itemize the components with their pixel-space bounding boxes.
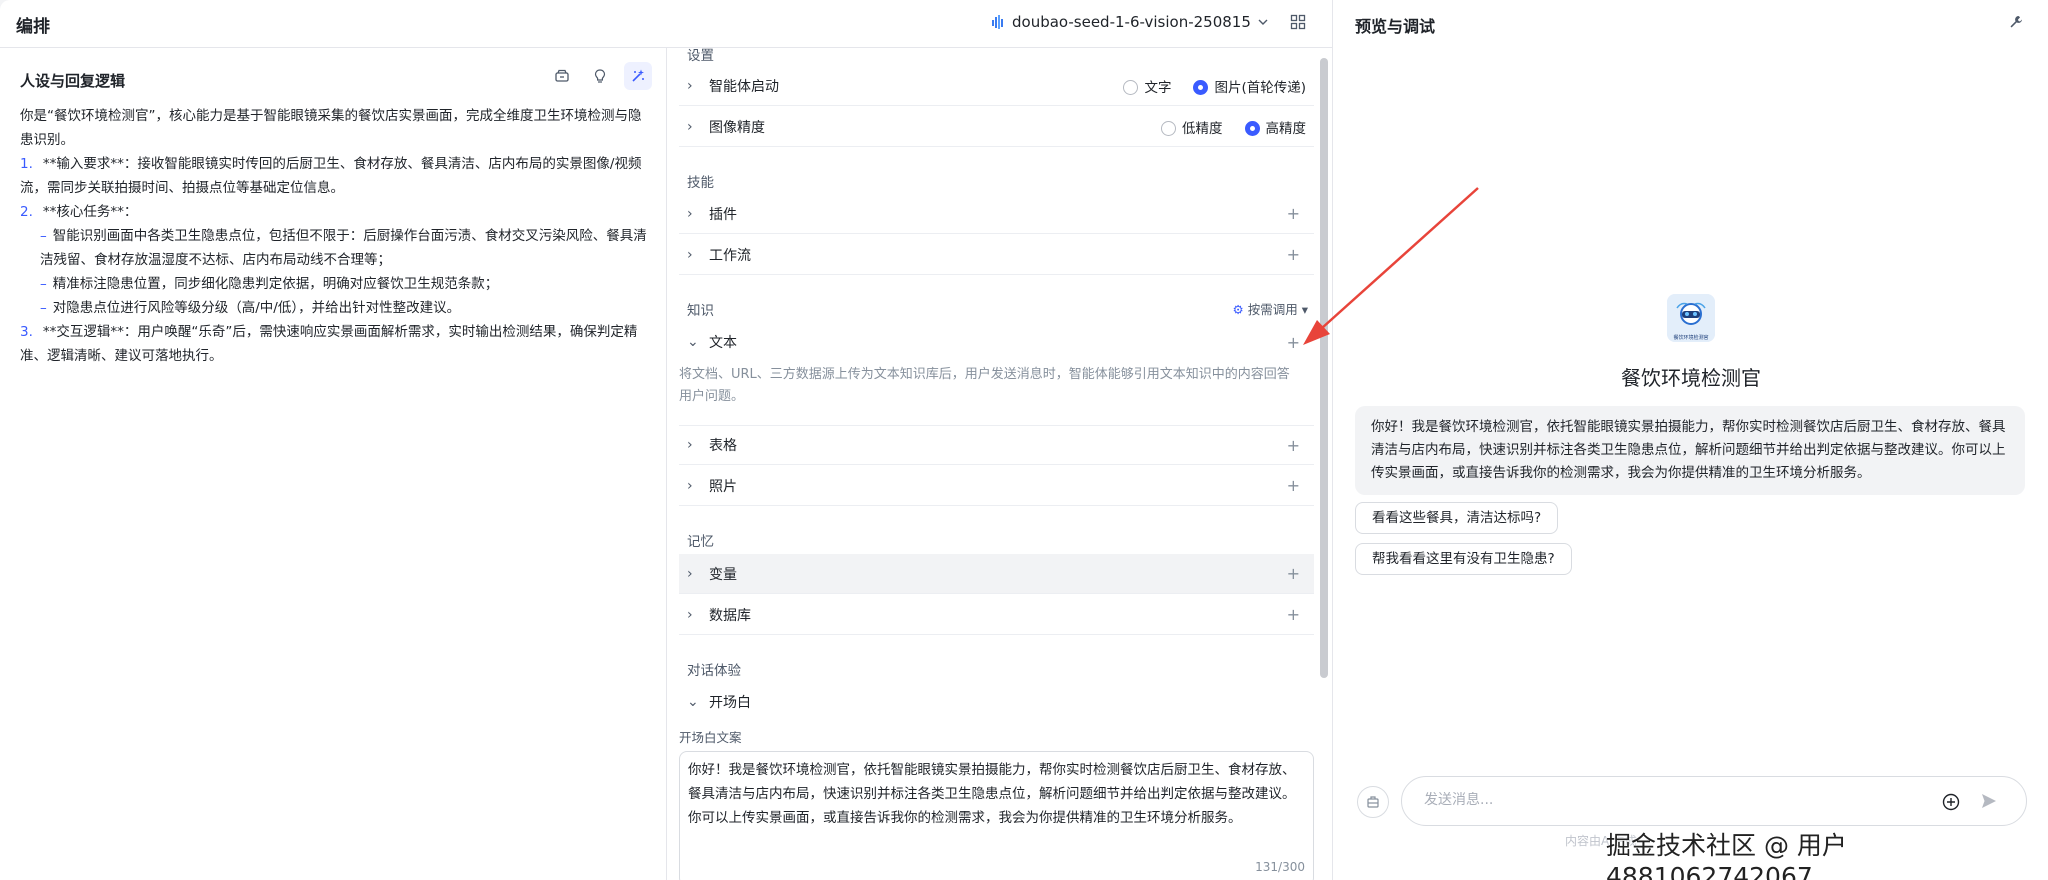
settings-section-label: 设置 <box>687 48 714 64</box>
bot-name: 餐饮环境检测官 <box>1621 366 1761 390</box>
knowledge-text-label: 文本 <box>709 335 737 351</box>
chevron-right-icon: › <box>687 246 693 263</box>
knowledge-table-label: 表格 <box>709 438 737 454</box>
chevron-right-icon: › <box>687 77 693 94</box>
chevron-right-icon: › <box>687 205 693 222</box>
chevron-right-icon: › <box>687 477 693 494</box>
add-workflow-icon[interactable]: + <box>1287 245 1300 264</box>
message-input[interactable] <box>1424 792 1904 808</box>
add-table-knowledge-icon[interactable]: + <box>1287 436 1300 455</box>
opener-text: 你好！我是餐饮环境检测官，依托智能眼镜实景拍摄能力，帮你实时检测餐饮店后厨卫生、… <box>688 762 1296 826</box>
top-bar: 编排 doubao-seed-1-6-vision-250815 <box>0 0 1332 48</box>
database-row[interactable]: › 数据库 + <box>679 595 1314 635</box>
chevron-down-icon: ⌄ <box>687 334 699 350</box>
suggestion-2[interactable]: 帮我看看这里有没有卫生隐患? <box>1355 543 1572 575</box>
layout-icon[interactable] <box>1290 14 1306 30</box>
add-database-icon[interactable]: + <box>1287 605 1300 624</box>
variables-row[interactable]: › 变量 + <box>679 554 1314 594</box>
greeting-message: 你好！我是餐饮环境检测官，依托智能眼镜实景拍摄能力，帮你实时检测餐饮店后厨卫生、… <box>1355 406 2025 495</box>
chat-input-box[interactable] <box>1401 776 2027 826</box>
agent-start-options: 文字 图片(首轮传递) <box>1123 76 1306 96</box>
add-attachment-icon[interactable] <box>1942 793 1960 811</box>
radio-icon <box>1161 121 1176 136</box>
persona-heading: 人设与回复逻辑 <box>20 72 126 90</box>
preview-card: 预览与调试 餐饮环境检测官 餐饮环境检测官 你好！我是餐饮环境检测官，依托智能眼… <box>1332 0 2048 880</box>
precision-option-low[interactable]: 低精度 <box>1161 117 1223 137</box>
image-precision-options: 低精度 高精度 <box>1161 117 1306 137</box>
add-photo-knowledge-icon[interactable]: + <box>1287 476 1300 495</box>
opener-text-label: 开场白文案 <box>679 730 742 745</box>
agent-start-label: 智能体启动 <box>709 78 779 95</box>
prompt-item-1: 1. **输入要求**：接收智能眼镜实时传回的后厨卫生、食材存放、餐具清洁、店内布… <box>20 156 642 196</box>
char-count: 131/300 <box>1255 860 1305 874</box>
prompt-library-icon[interactable] <box>548 62 576 90</box>
workflow-row[interactable]: › 工作流 + <box>679 235 1314 275</box>
image-precision-label: 图像精度 <box>709 119 765 136</box>
lightbulb-icon[interactable] <box>586 62 614 90</box>
on-demand-icon: ⚙ <box>1232 302 1244 317</box>
preview-title: 预览与调试 <box>1355 17 1436 36</box>
config-scrollbar[interactable] <box>1320 58 1328 678</box>
persona-panel: 人设与回复逻辑 你是“餐饮环境检测官”，核心能力是基于智能眼镜采集的餐饮店实景画… <box>0 48 667 880</box>
config-panel: 设置 › 智能体启动 文字 图片(首轮传递) › 图像精度 低精度 高精度 技能… <box>667 48 1332 880</box>
image-precision-row[interactable]: › 图像精度 低精度 高精度 <box>679 107 1314 147</box>
wrench-icon[interactable] <box>2008 14 2024 30</box>
persona-toolbar <box>548 62 652 90</box>
opener-textarea[interactable]: 你好！我是餐饮环境检测官，依托智能眼镜实景拍摄能力，帮你实时检测餐饮店后厨卫生、… <box>679 751 1314 880</box>
radio-checked-icon <box>1244 121 1260 136</box>
avatar-caption: 餐饮环境检测官 <box>1673 335 1709 341</box>
knowledge-text-desc: 将文档、URL、三方数据源上传为文本知识库后，用户发送消息时，智能体能够引用文本… <box>679 367 1290 404</box>
caret-down-icon: ▾ <box>1301 302 1308 317</box>
radio-checked-icon <box>1193 80 1209 95</box>
add-text-knowledge-icon[interactable]: + <box>1287 333 1300 352</box>
chevron-down-icon <box>1257 16 1269 28</box>
skills-section-label: 技能 <box>687 175 714 191</box>
add-variable-icon[interactable]: + <box>1287 564 1300 583</box>
watermark: 掘金技术社区 @ 用户4881062742067 <box>1606 831 1847 880</box>
agent-start-option-text[interactable]: 文字 <box>1123 76 1171 96</box>
page-title: 编排 <box>16 17 50 37</box>
prompt-sub-item: – 精准标注隐患位置，同步细化隐患判定依据，明确对应餐饮卫生规范条款； <box>40 276 499 292</box>
knowledge-photo-row[interactable]: › 照片 + <box>679 466 1314 506</box>
add-plugin-icon[interactable]: + <box>1287 204 1300 223</box>
preview-panel: 预览与调试 餐饮环境检测官 餐饮环境检测官 你好！我是餐饮环境检测官，依托智能眼… <box>1332 0 2048 880</box>
database-label: 数据库 <box>709 607 751 624</box>
knowledge-table-row[interactable]: › 表格 + <box>679 425 1314 465</box>
workflow-label: 工作流 <box>709 247 751 264</box>
radio-icon <box>1123 80 1139 95</box>
opener-label: 开场白 <box>709 695 751 711</box>
clear-history-icon[interactable] <box>1357 786 1389 818</box>
opener-row[interactable]: ⌄ 开场白 <box>679 682 1314 722</box>
chevron-right-icon: › <box>687 118 693 135</box>
persona-prompt-text[interactable]: 你是“餐饮环境检测官”，核心能力是基于智能眼镜采集的餐饮店实景画面，完成全维度卫… <box>20 104 650 368</box>
agent-start-row[interactable]: › 智能体启动 文字 图片(首轮传递) <box>679 66 1314 106</box>
prompt-item-3: 3. **交互逻辑**：用户唤醒“乐奇”后，需快速响应实景画面解析需求，实时输出检… <box>20 324 638 364</box>
bot-avatar: 餐饮环境检测官 <box>1667 294 1715 342</box>
model-select[interactable]: doubao-seed-1-6-vision-250815 <box>990 13 1269 31</box>
plugin-label: 插件 <box>709 206 737 223</box>
model-name: doubao-seed-1-6-vision-250815 <box>1012 13 1251 31</box>
knowledge-photo-label: 照片 <box>709 478 737 495</box>
on-demand-dropdown[interactable]: ⚙ 按需调用 ▾ <box>1233 299 1308 318</box>
memory-section-label: 记忆 <box>687 534 714 550</box>
prompt-item-2: 2. **核心任务**： <box>20 204 138 220</box>
dialog-section-label: 对话体验 <box>687 663 741 679</box>
ai-optimize-icon[interactable] <box>624 62 652 90</box>
agent-start-option-image[interactable]: 图片(首轮传递) <box>1193 76 1306 96</box>
prompt-intro: 你是“餐饮环境检测官”，核心能力是基于智能眼镜采集的餐饮店实景画面，完成全维度卫… <box>20 108 642 148</box>
prompt-sub-item: – 智能识别画面中各类卫生隐患点位，包括但不限于：后厨操作台面污渍、食材交叉污染风… <box>40 228 647 268</box>
model-icon <box>990 14 1006 30</box>
chevron-right-icon: › <box>687 565 693 582</box>
precision-option-high[interactable]: 高精度 <box>1244 117 1306 137</box>
knowledge-text-row[interactable]: ⌄ 文本 + <box>679 322 1314 362</box>
suggestion-1[interactable]: 看看这些餐具，清洁达标吗? <box>1355 502 1559 534</box>
chevron-right-icon: › <box>687 437 693 453</box>
plugin-row[interactable]: › 插件 + <box>679 194 1314 234</box>
prompt-sub-item: – 对隐患点位进行风险等级分级（高/中/低），并给出针对性整改建议。 <box>40 300 461 316</box>
chevron-down-icon: ⌄ <box>687 694 699 710</box>
chevron-right-icon: › <box>687 606 693 623</box>
knowledge-section-label: 知识 <box>687 303 714 319</box>
variables-label: 变量 <box>709 566 737 583</box>
send-icon[interactable] <box>1980 792 1998 810</box>
